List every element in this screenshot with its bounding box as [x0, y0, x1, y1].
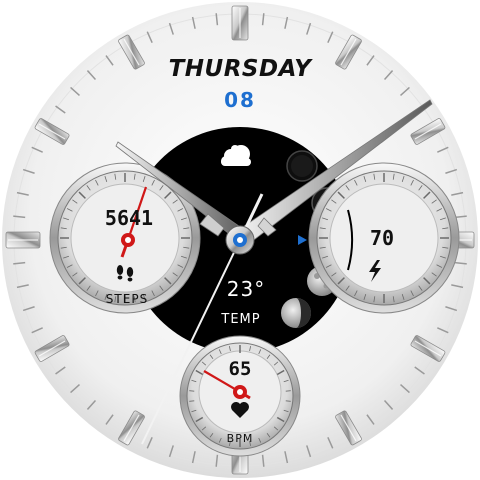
steps-count: 5641: [104, 206, 154, 230]
heart-rate-value: 65: [228, 358, 252, 380]
bpm-label: BPM: [226, 432, 254, 445]
center-pivot: [225, 225, 255, 255]
temperature-label: TEMP: [221, 312, 261, 327]
steps-label: STEPS: [105, 292, 149, 306]
temperature-value: 23°: [226, 277, 266, 301]
weekday-label: THURSDAY: [168, 56, 312, 82]
battery-level: 70: [369, 226, 395, 250]
new-moon-icon: [286, 150, 318, 182]
waning-gibbous-icon: [281, 298, 311, 328]
date-label: 08: [224, 88, 256, 112]
